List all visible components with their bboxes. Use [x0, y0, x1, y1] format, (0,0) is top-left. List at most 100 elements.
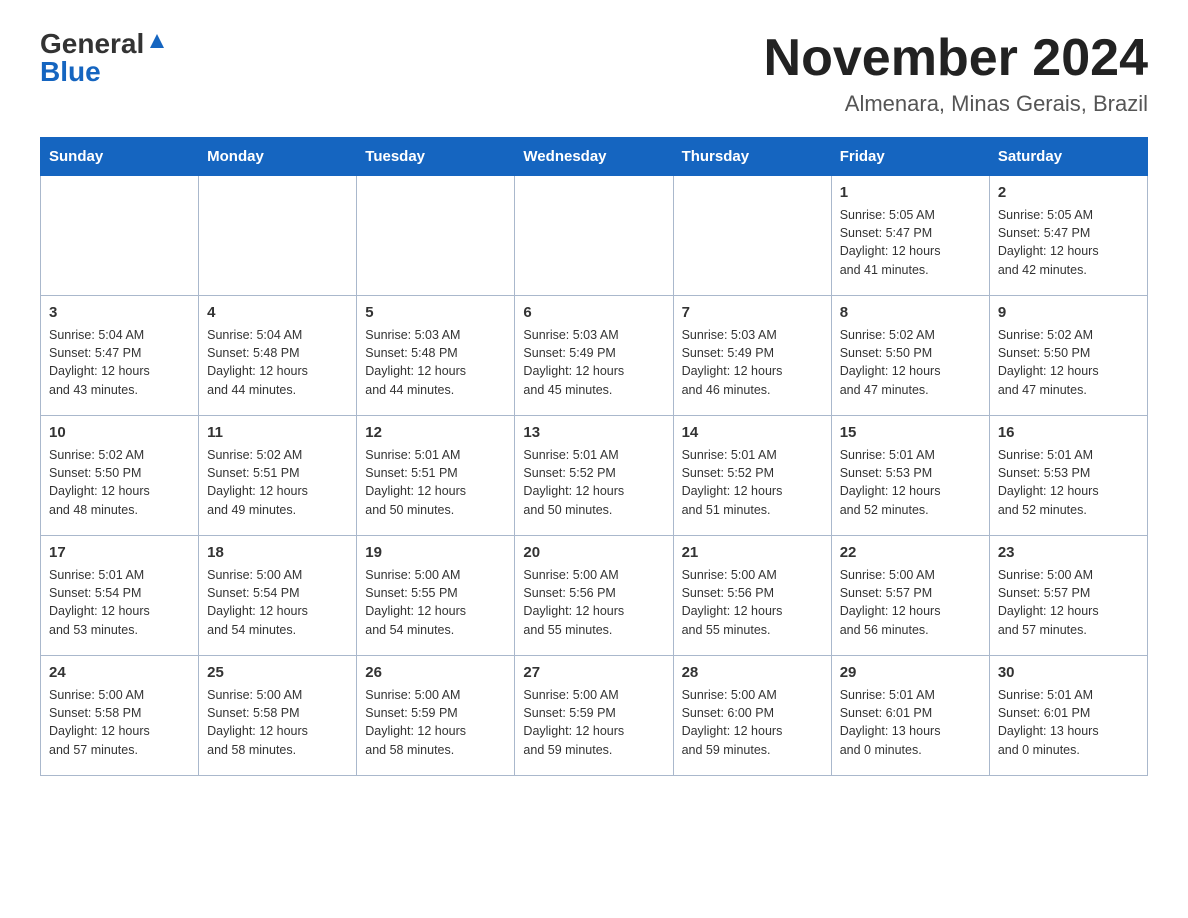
calendar-cell: 1Sunrise: 5:05 AM Sunset: 5:47 PM Daylig… [831, 176, 989, 296]
day-info: Sunrise: 5:00 AM Sunset: 5:54 PM Dayligh… [207, 566, 348, 639]
calendar-cell: 25 Sunrise: 5:00 AM Sunset: 5:58 PM Dayli… [199, 656, 357, 776]
day-info: Sunrise: 5:01 AM Sunset: 5:52 PM Dayligh… [523, 446, 664, 519]
calendar-cell: 7 Sunrise: 5:03 AM Sunset: 5:49 PM Daylig… [673, 296, 831, 416]
day-info: Sunrise: 5:05 AM Sunset: 5:47 PM Dayligh… [840, 206, 981, 279]
day-number: 23 [998, 542, 1139, 563]
day-number: 21 [682, 542, 823, 563]
week-row-2: 3 Sunrise: 5:04 AM Sunset: 5:47 PM Daylig… [41, 296, 1148, 416]
day-number: 30 [998, 662, 1139, 683]
calendar-cell: 13 Sunrise: 5:01 AM Sunset: 5:52 PM Dayli… [515, 416, 673, 536]
calendar-cell: 19 Sunrise: 5:00 AM Sunset: 5:55 PM Dayli… [357, 536, 515, 656]
week-row-3: 10Sunrise: 5:02 AM Sunset: 5:50 PM Dayli… [41, 416, 1148, 536]
week-row-1: 1Sunrise: 5:05 AM Sunset: 5:47 PM Daylig… [41, 176, 1148, 296]
col-header-saturday: Saturday [989, 138, 1147, 176]
day-info: Sunrise: 5:00 AM Sunset: 5:55 PM Dayligh… [365, 566, 506, 639]
calendar-cell [199, 176, 357, 296]
day-number: 19 [365, 542, 506, 563]
day-number: 14 [682, 422, 823, 443]
col-header-friday: Friday [831, 138, 989, 176]
day-number: 24 [49, 662, 190, 683]
day-number: 9 [998, 302, 1139, 323]
logo: General Blue [40, 30, 168, 86]
day-info: Sunrise: 5:01 AM Sunset: 5:53 PM Dayligh… [840, 446, 981, 519]
calendar-cell: 29Sunrise: 5:01 AM Sunset: 6:01 PM Dayli… [831, 656, 989, 776]
day-number: 6 [523, 302, 664, 323]
day-info: Sunrise: 5:00 AM Sunset: 5:59 PM Dayligh… [365, 686, 506, 759]
calendar-cell: 9 Sunrise: 5:02 AM Sunset: 5:50 PM Daylig… [989, 296, 1147, 416]
day-info: Sunrise: 5:01 AM Sunset: 5:53 PM Dayligh… [998, 446, 1139, 519]
month-title: November 2024 [764, 30, 1148, 87]
day-info: Sunrise: 5:03 AM Sunset: 5:48 PM Dayligh… [365, 326, 506, 399]
day-number: 4 [207, 302, 348, 323]
col-header-monday: Monday [199, 138, 357, 176]
day-info: Sunrise: 5:02 AM Sunset: 5:50 PM Dayligh… [998, 326, 1139, 399]
day-info: Sunrise: 5:00 AM Sunset: 5:58 PM Dayligh… [49, 686, 190, 759]
day-number: 26 [365, 662, 506, 683]
logo-general-text: General [40, 30, 144, 58]
day-number: 25 [207, 662, 348, 683]
calendar-cell: 5 Sunrise: 5:03 AM Sunset: 5:48 PM Daylig… [357, 296, 515, 416]
calendar-cell [515, 176, 673, 296]
day-number: 17 [49, 542, 190, 563]
location-subtitle: Almenara, Minas Gerais, Brazil [764, 91, 1148, 117]
day-info: Sunrise: 5:00 AM Sunset: 5:56 PM Dayligh… [682, 566, 823, 639]
calendar-cell: 12 Sunrise: 5:01 AM Sunset: 5:51 PM Dayli… [357, 416, 515, 536]
day-number: 15 [840, 422, 981, 443]
calendar-cell: 14 Sunrise: 5:01 AM Sunset: 5:52 PM Dayli… [673, 416, 831, 536]
day-number: 10 [49, 422, 190, 443]
day-info: Sunrise: 5:02 AM Sunset: 5:50 PM Dayligh… [840, 326, 981, 399]
day-info: Sunrise: 5:00 AM Sunset: 5:57 PM Dayligh… [998, 566, 1139, 639]
calendar-cell: 4Sunrise: 5:04 AM Sunset: 5:48 PM Daylig… [199, 296, 357, 416]
day-number: 7 [682, 302, 823, 323]
day-info: Sunrise: 5:01 AM Sunset: 5:51 PM Dayligh… [365, 446, 506, 519]
day-info: Sunrise: 5:04 AM Sunset: 5:47 PM Dayligh… [49, 326, 190, 399]
day-info: Sunrise: 5:00 AM Sunset: 6:00 PM Dayligh… [682, 686, 823, 759]
col-header-thursday: Thursday [673, 138, 831, 176]
day-info: Sunrise: 5:01 AM Sunset: 6:01 PM Dayligh… [998, 686, 1139, 759]
day-number: 13 [523, 422, 664, 443]
calendar-cell: 26 Sunrise: 5:00 AM Sunset: 5:59 PM Dayli… [357, 656, 515, 776]
col-header-wednesday: Wednesday [515, 138, 673, 176]
calendar-cell [357, 176, 515, 296]
calendar-cell: 22Sunrise: 5:00 AM Sunset: 5:57 PM Dayli… [831, 536, 989, 656]
day-number: 2 [998, 182, 1139, 203]
day-info: Sunrise: 5:03 AM Sunset: 5:49 PM Dayligh… [523, 326, 664, 399]
day-number: 12 [365, 422, 506, 443]
calendar-cell: 15 Sunrise: 5:01 AM Sunset: 5:53 PM Dayli… [831, 416, 989, 536]
day-info: Sunrise: 5:05 AM Sunset: 5:47 PM Dayligh… [998, 206, 1139, 279]
day-info: Sunrise: 5:00 AM Sunset: 5:59 PM Dayligh… [523, 686, 664, 759]
day-number: 27 [523, 662, 664, 683]
day-info: Sunrise: 5:03 AM Sunset: 5:49 PM Dayligh… [682, 326, 823, 399]
calendar-cell: 2 Sunrise: 5:05 AM Sunset: 5:47 PM Daylig… [989, 176, 1147, 296]
logo-triangle-icon [146, 30, 168, 52]
calendar-cell: 18Sunrise: 5:00 AM Sunset: 5:54 PM Dayli… [199, 536, 357, 656]
day-info: Sunrise: 5:01 AM Sunset: 5:54 PM Dayligh… [49, 566, 190, 639]
calendar-cell: 24 Sunrise: 5:00 AM Sunset: 5:58 PM Dayli… [41, 656, 199, 776]
calendar-cell: 11Sunrise: 5:02 AM Sunset: 5:51 PM Dayli… [199, 416, 357, 536]
logo-blue-text: Blue [40, 58, 101, 86]
calendar-cell [41, 176, 199, 296]
day-number: 5 [365, 302, 506, 323]
week-row-5: 24 Sunrise: 5:00 AM Sunset: 5:58 PM Dayli… [41, 656, 1148, 776]
title-section: November 2024 Almenara, Minas Gerais, Br… [764, 30, 1148, 117]
page-header: General Blue November 2024 Almenara, Min… [40, 30, 1148, 117]
day-number: 20 [523, 542, 664, 563]
calendar-cell: 28 Sunrise: 5:00 AM Sunset: 6:00 PM Dayli… [673, 656, 831, 776]
day-info: Sunrise: 5:00 AM Sunset: 5:57 PM Dayligh… [840, 566, 981, 639]
calendar-cell: 6 Sunrise: 5:03 AM Sunset: 5:49 PM Daylig… [515, 296, 673, 416]
col-header-sunday: Sunday [41, 138, 199, 176]
calendar-table: SundayMondayTuesdayWednesdayThursdayFrid… [40, 137, 1148, 776]
calendar-cell: 17 Sunrise: 5:01 AM Sunset: 5:54 PM Dayli… [41, 536, 199, 656]
calendar-cell: 20Sunrise: 5:00 AM Sunset: 5:56 PM Dayli… [515, 536, 673, 656]
day-number: 8 [840, 302, 981, 323]
calendar-cell: 30 Sunrise: 5:01 AM Sunset: 6:01 PM Dayli… [989, 656, 1147, 776]
day-info: Sunrise: 5:02 AM Sunset: 5:51 PM Dayligh… [207, 446, 348, 519]
day-info: Sunrise: 5:00 AM Sunset: 5:58 PM Dayligh… [207, 686, 348, 759]
calendar-header-row: SundayMondayTuesdayWednesdayThursdayFrid… [41, 138, 1148, 176]
day-number: 28 [682, 662, 823, 683]
day-number: 3 [49, 302, 190, 323]
day-info: Sunrise: 5:01 AM Sunset: 5:52 PM Dayligh… [682, 446, 823, 519]
day-info: Sunrise: 5:01 AM Sunset: 6:01 PM Dayligh… [840, 686, 981, 759]
calendar-cell: 21 Sunrise: 5:00 AM Sunset: 5:56 PM Dayli… [673, 536, 831, 656]
calendar-cell: 10Sunrise: 5:02 AM Sunset: 5:50 PM Dayli… [41, 416, 199, 536]
